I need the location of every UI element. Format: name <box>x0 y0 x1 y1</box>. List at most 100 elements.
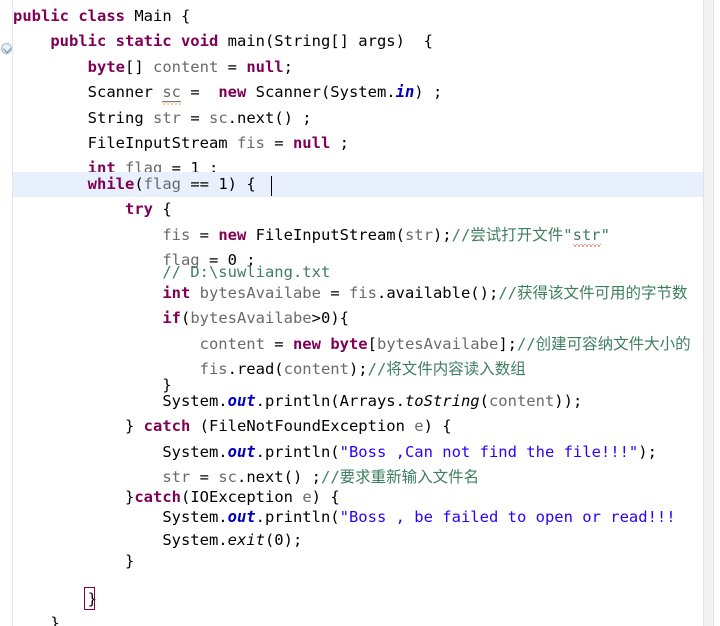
code-line-8[interactable]: try { <box>0 197 720 222</box>
token-variable: sc <box>208 108 228 127</box>
code-line-13[interactable]: if(bytesAvailabe>0){ <box>0 306 720 331</box>
token-plain: (IOException <box>181 487 303 506</box>
token-keyword: catch <box>134 487 181 506</box>
code-line-4[interactable]: String str = sc.next() ; <box>0 106 720 131</box>
token-plain: = <box>190 468 219 487</box>
code-line-14[interactable]: content = new byte[bytesAvailabe];//创建可容… <box>0 332 720 357</box>
token-variable: fis <box>162 225 191 244</box>
code-editor[interactable]: public class Main { public static void m… <box>0 0 720 626</box>
token-plain: ); <box>638 442 657 461</box>
token-plain: ) { <box>311 487 340 506</box>
token-plain: = <box>190 225 219 244</box>
token-plain: System. <box>162 392 228 410</box>
token-keyword: public <box>13 7 69 25</box>
token-variable-warning: sc <box>162 83 181 103</box>
token-plain: = <box>180 83 219 102</box>
token-keyword: null <box>292 134 331 152</box>
token-plain: .println( <box>255 442 340 461</box>
gutter-separator <box>12 0 13 626</box>
token-keyword: int <box>162 284 191 302</box>
token-keyword: byte <box>330 334 368 353</box>
token-keyword: try <box>124 200 153 219</box>
token-static-field: out <box>227 442 256 461</box>
token-variable: content <box>199 334 265 353</box>
token-keyword: new <box>292 334 321 353</box>
code-line-5[interactable]: FileInputStream fis = null ; <box>0 131 720 156</box>
token-variable: str <box>152 108 181 127</box>
token-plain: String <box>87 108 153 127</box>
token-plain: } <box>124 417 144 436</box>
token-plain: .next() ; <box>236 468 321 487</box>
token-plain: Scanner(System. <box>246 83 396 102</box>
token-keyword: byte <box>87 57 125 76</box>
token-plain: ); <box>432 225 452 244</box>
token-plain: = <box>218 57 247 76</box>
implements-method-marker-icon[interactable] <box>1 43 12 54</box>
token-plain: } <box>124 551 135 570</box>
token-variable: e <box>414 417 424 436</box>
code-line-24[interactable]: } <box>0 549 720 574</box>
token-comment: //要求重新输入文件名 <box>320 468 480 487</box>
token-variable: e <box>302 487 312 506</box>
token-variable: flag <box>143 174 181 193</box>
token-keyword: class <box>78 7 126 25</box>
token-variable: fis <box>236 134 265 152</box>
matching-bracket-highlight <box>84 587 95 610</box>
code-line-27[interactable]: } <box>0 611 720 626</box>
token-static-method: exit <box>227 531 265 550</box>
token-variable: str <box>404 225 433 244</box>
token-comment: //创建可容纳文件大小的 <box>516 334 691 353</box>
code-line-7-current[interactable]: while(flag == 1) { <box>0 171 710 198</box>
token-plain: = <box>264 134 293 152</box>
code-line-3[interactable]: Scanner sc = new Scanner(System.in) ; <box>0 80 720 105</box>
token-variable: content <box>152 57 219 76</box>
token-plain: ( <box>134 174 144 193</box>
code-line-19[interactable]: System.out.println("Boss ,Can not find t… <box>0 440 720 465</box>
token-variable: str <box>162 468 191 487</box>
token-plain: ) { <box>423 417 452 436</box>
token-variable: fis <box>348 284 377 302</box>
token-plain: FileInputStream( <box>246 225 405 244</box>
code-area[interactable]: public class Main { public static void m… <box>0 0 720 626</box>
token-comment-misspelled: str <box>572 225 601 244</box>
code-line-12[interactable]: int bytesAvailabe = fis.available();//获得… <box>0 281 720 306</box>
token-plain: [ <box>367 334 377 353</box>
token-plain: = <box>320 284 349 302</box>
token-keyword: public static void <box>50 32 219 51</box>
token-plain: >0){ <box>311 309 349 328</box>
token-plain: ; <box>330 134 349 152</box>
editor-gutter[interactable] <box>0 0 13 626</box>
code-line-26[interactable]: } <box>0 587 720 612</box>
token-plain: main(String[] args) { <box>218 32 433 51</box>
code-line-0[interactable]: public class Main { <box>0 4 720 29</box>
token-plain: .next() ; <box>227 108 312 127</box>
code-line-2[interactable]: byte[] content = null; <box>0 55 720 80</box>
token-plain: .println( <box>255 508 340 526</box>
token-plain: ; <box>283 57 293 76</box>
token-plain: System. <box>162 531 228 550</box>
code-line-22[interactable]: System.out.println("Boss , be failed to … <box>0 505 720 530</box>
token-comment: //尝试打开文件" <box>451 225 573 244</box>
token-plain: { <box>152 200 172 219</box>
token-plain: == 1) { <box>181 174 256 193</box>
token-plain: (FileNotFoundException <box>190 417 415 436</box>
token-plain: = <box>180 108 209 127</box>
code-line-9[interactable]: fis = new FileInputStream(str);//尝试打开文件"… <box>0 223 720 248</box>
token-plain: Scanner <box>87 83 163 102</box>
token-static-method: toString <box>404 392 480 410</box>
token-keyword: new <box>218 225 247 244</box>
token-plain: ( <box>180 309 191 328</box>
code-line-18[interactable]: } catch (FileNotFoundException e) { <box>0 414 720 439</box>
token-plain: [] <box>124 57 153 76</box>
text-caret <box>271 176 272 196</box>
token-plain: } <box>50 614 60 626</box>
token-plain: FileInputStream <box>87 134 237 152</box>
token-plain: Main { <box>125 7 191 25</box>
code-line-1[interactable]: public static void main(String[] args) { <box>0 29 720 54</box>
token-static-field: in <box>395 83 415 102</box>
token-variable: sc <box>218 468 237 487</box>
code-line-17[interactable]: System.out.println(Arrays.toString(conte… <box>0 389 720 414</box>
token-keyword: while <box>87 174 135 193</box>
vertical-scrollbar[interactable] <box>703 0 714 626</box>
